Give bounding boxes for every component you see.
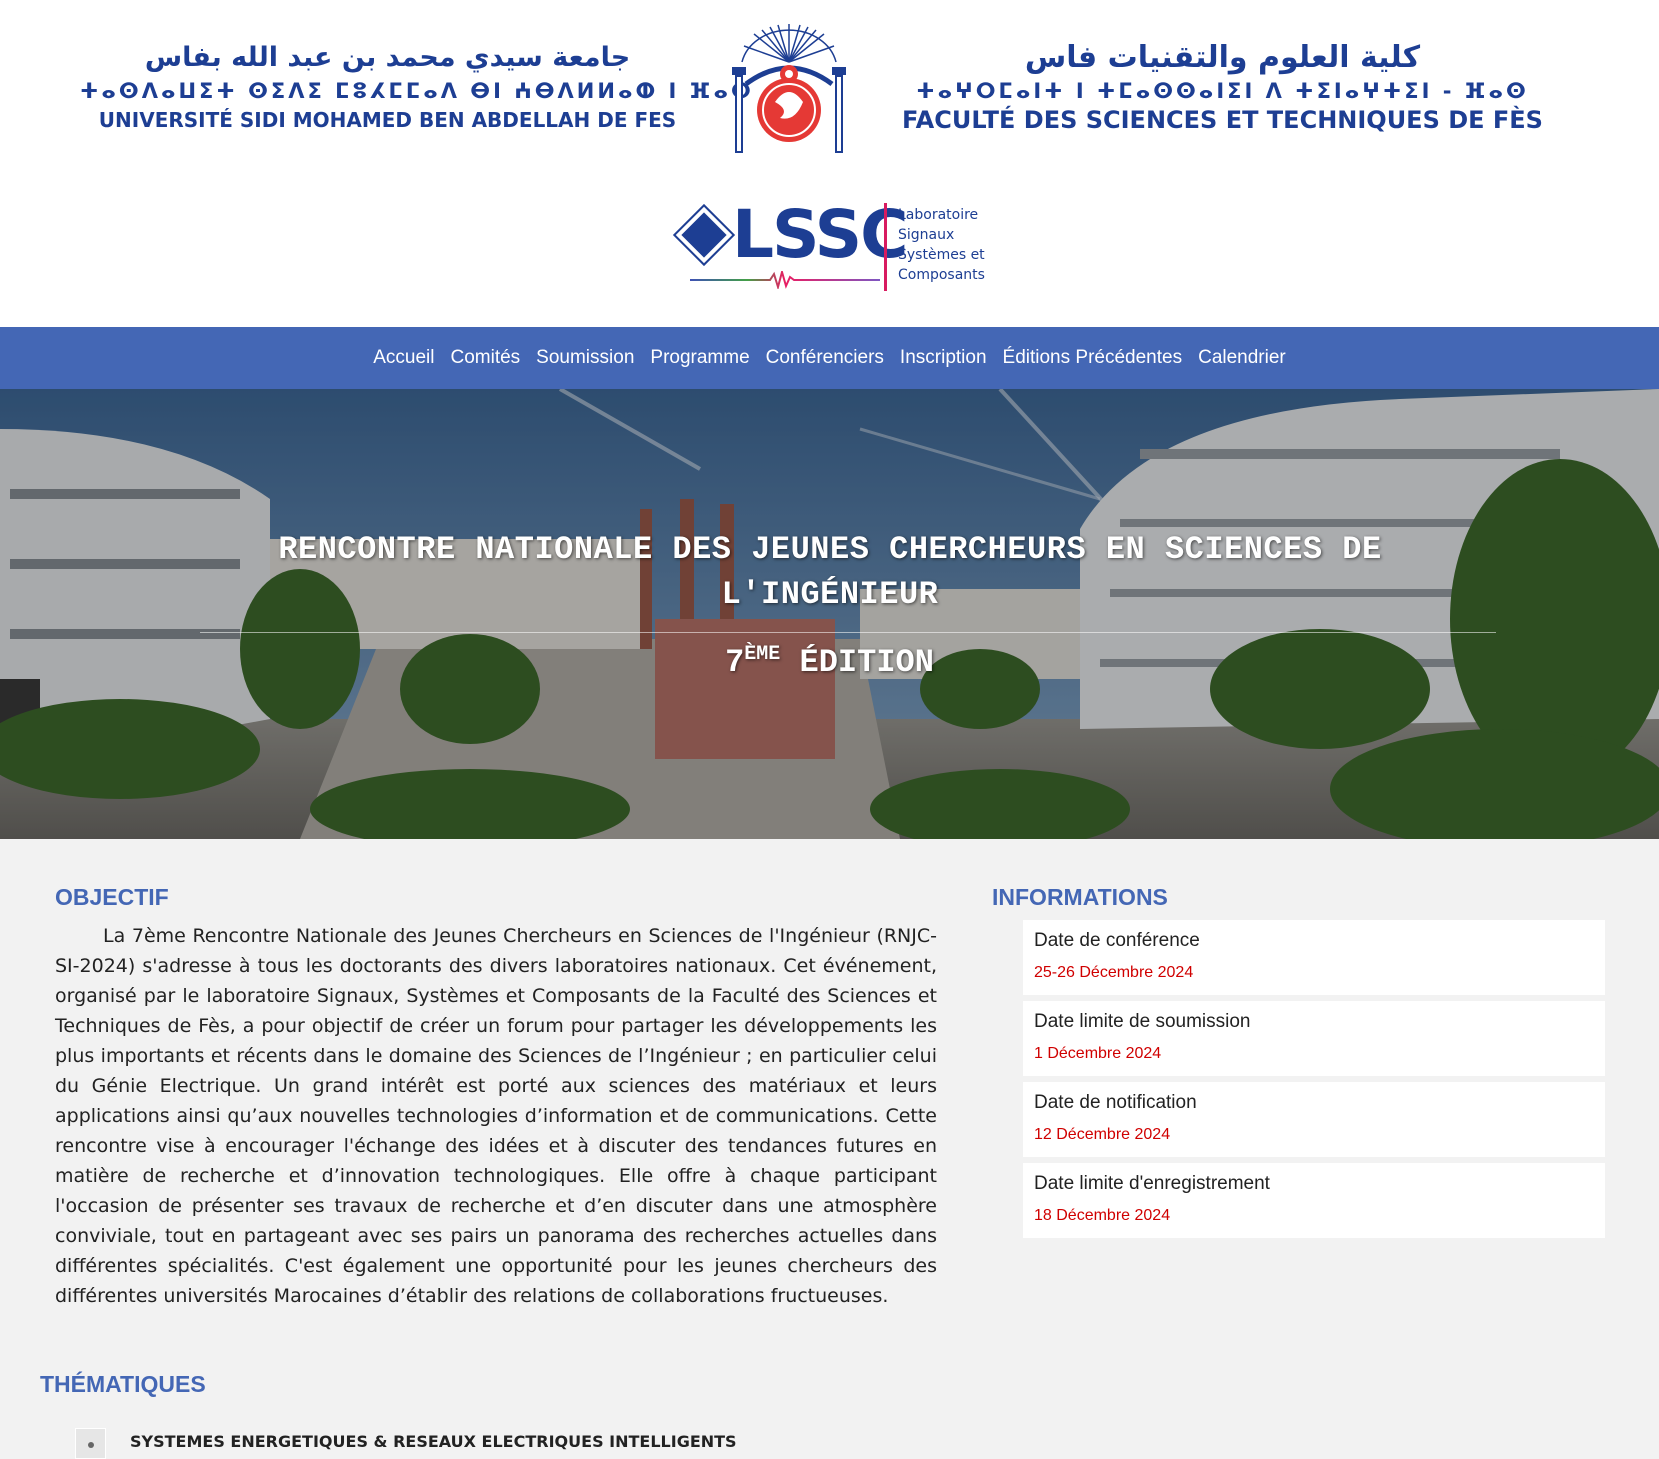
lssc-separator	[884, 203, 887, 291]
nav-item-soumission[interactable]: Soumission	[536, 347, 634, 369]
lssc-subtitle-line: Systèmes et	[898, 247, 985, 263]
lssc-lab-logo[interactable]: LSSC Laboratoire Signaux Systèmes et Com…	[672, 193, 1000, 293]
faculty-name-arabic: كلية العلوم والتقنيات فاس	[1024, 40, 1421, 75]
bullet-icon	[75, 1428, 106, 1459]
informations-heading: INFORMATIONS	[992, 884, 1168, 910]
lssc-acronym: LSSC	[732, 196, 909, 273]
nav-item-inscription[interactable]: Inscription	[900, 347, 987, 369]
info-label: Date de notification	[1034, 1092, 1197, 1113]
conference-title: RENCONTRE NATIONALE DES JEUNES CHERCHEUR…	[278, 531, 1382, 613]
info-card: Date de conférence 25-26 Décembre 2024	[1023, 920, 1605, 995]
lssc-subtitle-line: Laboratoire	[898, 207, 979, 223]
nav-item-accueil[interactable]: Accueil	[373, 347, 434, 369]
info-label: Date de conférence	[1034, 930, 1200, 951]
signal-wave-icon	[690, 271, 880, 289]
nav-item-editions-precedentes[interactable]: Éditions Précédentes	[1003, 347, 1183, 369]
conference-edition: 7ÈME ÉDITION	[0, 643, 1659, 681]
info-date: 18 Décembre 2024	[1034, 1207, 1171, 1224]
lssc-subtitle: Laboratoire Signaux Systèmes et Composan…	[898, 205, 1008, 285]
info-label: Date limite d'enregistrement	[1034, 1173, 1270, 1194]
thematiques-heading: THÉMATIQUES	[40, 1371, 206, 1397]
site-header: جامعة سيدي محمد بن عبد الله بفاس ⵜⴰⵙⴷⴰⵡⵉ…	[0, 0, 1659, 327]
faculty-name-latin: FACULTÉ DES SCIENCES ET TECHNIQUES DE FÈ…	[902, 106, 1543, 134]
objectif-paragraph: La 7ème Rencontre Nationale des Jeunes C…	[55, 925, 937, 1307]
edition-number: 7	[725, 644, 745, 681]
hero-banner: RENCONTRE NATIONALE DES JEUNES CHERCHEUR…	[0, 389, 1659, 839]
info-date: 1 Décembre 2024	[1034, 1045, 1162, 1062]
university-logo[interactable]: جامعة سيدي محمد بن عبد الله بفاس ⵜⴰⵙⴷⴰⵡⵉ…	[80, 40, 754, 134]
university-name-arabic: جامعة سيدي محمد بن عبد الله بفاس	[144, 42, 631, 73]
edition-suffix: ÈME	[744, 643, 781, 666]
university-name-latin: UNIVERSITÉ SIDI MOHAMED BEN ABDELLAH DE …	[98, 108, 677, 132]
faculty-logo[interactable]: كلية العلوم والتقنيات فاس ⵜⴰⵖⵔⵎⴰⵏⵜ ⵏ ⵜⵎⴰ…	[885, 40, 1560, 134]
main-nav: Accueil Comités Soumission Programme Con…	[0, 327, 1659, 389]
university-emblem-icon	[732, 24, 846, 153]
hero-divider	[200, 632, 1496, 633]
info-card: Date limite d'enregistrement 18 Décembre…	[1023, 1163, 1605, 1238]
objectif-heading: OBJECTIF	[55, 884, 169, 910]
info-label: Date limite de soumission	[1034, 1011, 1251, 1032]
nav-item-conferenciers[interactable]: Conférenciers	[766, 347, 884, 369]
info-date: 25-26 Décembre 2024	[1034, 964, 1194, 981]
info-card: Date de notification 12 Décembre 2024	[1023, 1082, 1605, 1157]
lssc-subtitle-line: Composants	[898, 267, 985, 283]
lssc-diamond-icon	[672, 203, 736, 267]
nav-item-comites[interactable]: Comités	[450, 347, 520, 369]
info-card: Date limite de soumission 1 Décembre 202…	[1023, 1001, 1605, 1076]
nav-item-programme[interactable]: Programme	[650, 347, 749, 369]
university-name-tifinagh: ⵜⴰⵙⴷⴰⵡⵉⵜ ⵙⵉⴷⵉ ⵎⵓⵃⵎⵎⴰⴷ ⴱⵏ ⵄⴱⴷⵍⵍⴰⵀ ⵏ ⴼⴰⵙ	[80, 79, 754, 103]
lssc-subtitle-line: Signaux	[898, 227, 955, 243]
edition-label: ÉDITION	[799, 644, 934, 681]
faculty-name-tifinagh: ⵜⴰⵖⵔⵎⴰⵏⵜ ⵏ ⵜⵎⴰⵙⵙⴰⵏⵉⵏ ⴷ ⵜⵉⵏⴰⵖⵜⵉⵏ - ⴼⴰⵙ	[916, 79, 1529, 103]
info-date: 12 Décembre 2024	[1034, 1126, 1171, 1143]
nav-item-calendrier[interactable]: Calendrier	[1198, 347, 1286, 369]
thematique-item: SYSTEMES ENERGETIQUES & RESEAUX ELECTRIQ…	[130, 1432, 737, 1451]
